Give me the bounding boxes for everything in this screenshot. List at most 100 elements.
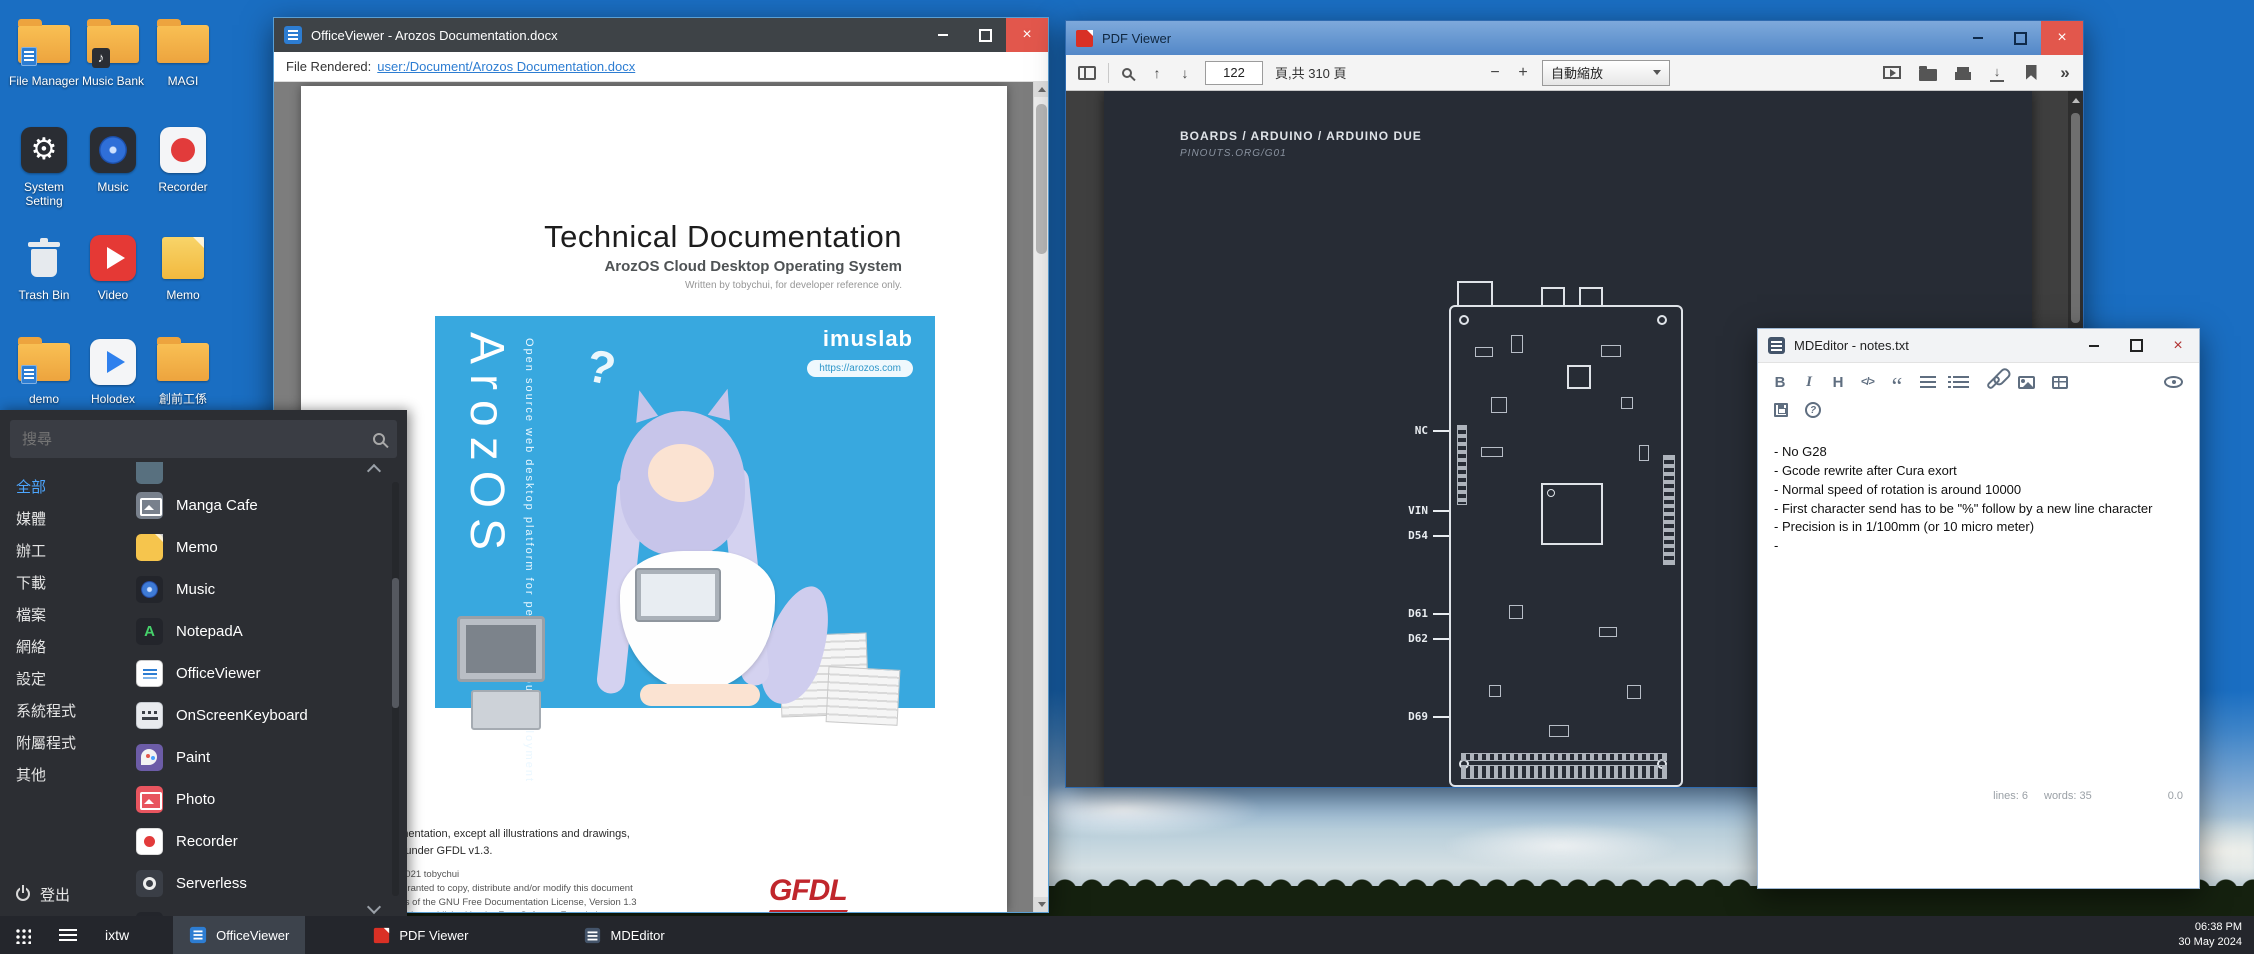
list-item-clipped[interactable]	[136, 462, 385, 484]
sidebar-toggle-icon[interactable]	[1078, 66, 1096, 80]
taskbar: ixtw OfficeViewer PDF Viewer MDEditor 06…	[0, 916, 2254, 954]
desktop-icon-system-setting[interactable]: System Setting	[5, 124, 83, 209]
scroll-down-button[interactable]	[1034, 897, 1048, 912]
app-item-serverless[interactable]: Serverless	[136, 862, 385, 904]
save-icon[interactable]	[1774, 403, 1788, 417]
scrollbar-thumb[interactable]	[392, 578, 399, 708]
desktop-icon-video[interactable]: Video	[74, 232, 152, 302]
zoom-in-icon[interactable]: +	[1514, 64, 1532, 82]
app-item-notepada[interactable]: NotepadA	[136, 610, 385, 652]
vertical-scrollbar[interactable]	[1033, 82, 1048, 912]
logout-button[interactable]: 登出	[0, 872, 128, 916]
heading-icon[interactable]: H	[1832, 373, 1844, 391]
zoom-out-icon[interactable]: −	[1486, 64, 1504, 82]
close-button[interactable]: ×	[2157, 329, 2199, 362]
bookmark-icon[interactable]	[2026, 65, 2037, 80]
menu-button[interactable]	[45, 916, 91, 954]
italic-icon[interactable]: I	[1803, 373, 1815, 391]
minimize-button[interactable]	[2073, 329, 2115, 362]
close-button[interactable]: ×	[1006, 18, 1048, 52]
link-icon[interactable]	[1986, 374, 2002, 390]
desktop-icon-memo[interactable]: Memo	[144, 232, 222, 302]
pin-label-row: VIN	[1354, 504, 1449, 517]
quote-icon[interactable]: “	[1891, 373, 1903, 391]
app-item-photo[interactable]: Photo	[136, 778, 385, 820]
officeviewer-titlebar[interactable]: OfficeViewer - Arozos Documentation.docx…	[274, 18, 1048, 52]
pdf-viewer-titlebar[interactable]: PDF Viewer ×	[1066, 21, 2083, 55]
desktop-icon-recorder[interactable]: Recorder	[144, 124, 222, 194]
code-icon[interactable]: </>	[1861, 373, 1874, 391]
task-mdeditor[interactable]: MDEditor	[568, 916, 680, 954]
search-icon[interactable]	[1122, 68, 1132, 78]
markdown-file-icon	[585, 927, 600, 942]
help-icon[interactable]: ?	[1805, 402, 1821, 418]
download-icon[interactable]: ↓	[1990, 64, 2004, 82]
preview-eye-icon[interactable]	[2164, 376, 2183, 388]
bold-icon[interactable]: B	[1774, 373, 1786, 391]
task-officeviewer[interactable]: OfficeViewer	[173, 916, 305, 954]
scroll-up-button[interactable]	[1034, 82, 1048, 97]
desktop-icon-label: MAGI	[144, 74, 222, 88]
app-item-officeviewer[interactable]: OfficeViewer	[136, 652, 385, 694]
app-item-speedtest[interactable]: Speedtest	[136, 904, 385, 916]
minimize-button[interactable]	[1957, 21, 1999, 55]
category-office[interactable]: 辦工	[0, 536, 128, 568]
open-file-icon[interactable]	[1919, 69, 1937, 81]
previous-page-icon[interactable]: ↑	[1149, 63, 1165, 83]
close-button[interactable]: ×	[2041, 21, 2083, 55]
page-number-input[interactable]	[1205, 61, 1263, 85]
more-tools-icon[interactable]: »	[2057, 63, 2073, 83]
print-icon[interactable]	[1955, 72, 1971, 80]
task-pdf-viewer[interactable]: PDF Viewer	[357, 916, 484, 954]
desktop-icon-file-manager[interactable]: File Manager	[5, 18, 83, 88]
zoom-select[interactable]: 自動縮放	[1542, 60, 1670, 86]
file-path-link[interactable]: user:/Document/Arozos Documentation.docx	[377, 59, 635, 74]
desktop-icon-folder[interactable]: 創前工係	[144, 336, 222, 406]
username-label: ixtw	[105, 927, 129, 943]
presentation-mode-icon[interactable]	[1883, 66, 1901, 79]
pdf-source-label: PINOUTS.ORG/G01	[1180, 148, 1287, 159]
app-item-paint[interactable]: Paint	[136, 736, 385, 778]
scroll-up-button[interactable]	[2068, 93, 2083, 108]
app-item-manga-cafe[interactable]: Manga Cafe	[136, 484, 385, 526]
next-page-icon[interactable]: ↓	[1177, 63, 1193, 83]
desktop-icon-music[interactable]: Music	[74, 124, 152, 194]
search-input[interactable]	[22, 431, 373, 448]
desktop-icon-demo[interactable]: demo	[5, 336, 83, 406]
category-all[interactable]: 全部	[0, 472, 128, 504]
app-item-memo[interactable]: Memo	[136, 526, 385, 568]
editor-text-area[interactable]: - No G28 - Gcode rewrite after Cura exor…	[1758, 425, 2199, 556]
taskbar-clock[interactable]: 06:38 PM 30 May 2024	[2178, 920, 2242, 950]
category-others[interactable]: 其他	[0, 760, 128, 792]
category-downloads[interactable]: 下載	[0, 568, 128, 600]
start-menu-search[interactable]	[10, 420, 397, 458]
mdeditor-titlebar[interactable]: MDEditor - notes.txt ×	[1758, 329, 2199, 363]
maximize-button[interactable]	[2115, 329, 2157, 362]
unordered-list-icon[interactable]	[1920, 376, 1936, 388]
desktop-icon-holodex[interactable]: Holodex	[74, 336, 152, 406]
scrollbar-thumb[interactable]	[1036, 104, 1047, 254]
category-media[interactable]: 媒體	[0, 504, 128, 536]
minimize-button[interactable]	[922, 18, 964, 52]
maximize-button[interactable]	[964, 18, 1006, 52]
app-list-scrollbar[interactable]	[392, 482, 399, 896]
category-files[interactable]: 檔案	[0, 600, 128, 632]
window-title: OfficeViewer - Arozos Documentation.docx	[311, 28, 913, 43]
category-accessories[interactable]: 附屬程式	[0, 728, 128, 760]
app-item-recorder[interactable]: Recorder	[136, 820, 385, 862]
ordered-list-icon[interactable]	[1953, 376, 1969, 388]
category-settings[interactable]: 設定	[0, 664, 128, 696]
desktop-icon-trash-bin[interactable]: Trash Bin	[5, 232, 83, 302]
category-network[interactable]: 網絡	[0, 632, 128, 664]
maximize-button[interactable]	[1999, 21, 2041, 55]
table-icon[interactable]	[2052, 376, 2068, 389]
category-system-apps[interactable]: 系統程式	[0, 696, 128, 728]
desktop-icon-music-bank[interactable]: Music Bank	[74, 18, 152, 88]
start-button[interactable]	[0, 916, 45, 954]
desktop-icon-magi[interactable]: MAGI	[144, 18, 222, 88]
app-item-music[interactable]: Music	[136, 568, 385, 610]
image-icon[interactable]	[2018, 376, 2035, 389]
scrollbar-thumb[interactable]	[2071, 113, 2080, 323]
start-menu-app-list[interactable]: Manga Cafe Memo Music NotepadA OfficeVie…	[128, 462, 407, 916]
app-item-onscreenkeyboard[interactable]: OnScreenKeyboard	[136, 694, 385, 736]
